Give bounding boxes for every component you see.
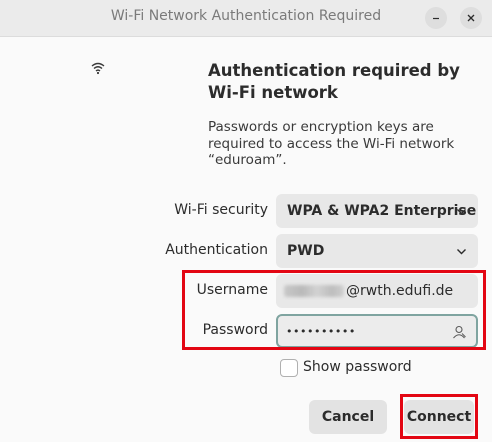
minimize-button[interactable] bbox=[425, 7, 447, 29]
chevron-down-icon bbox=[457, 249, 466, 255]
window-title: Wi-Fi Network Authentication Required bbox=[110, 8, 382, 24]
connect-highlight-box bbox=[400, 394, 478, 439]
close-icon bbox=[467, 14, 475, 22]
credentials-highlight-box bbox=[182, 270, 486, 350]
authentication-value: PWD bbox=[287, 243, 325, 259]
title-bar[interactable]: Wi-Fi Network Authentication Required bbox=[0, 0, 492, 37]
authentication-label: Authentication bbox=[165, 242, 268, 258]
close-button[interactable] bbox=[460, 7, 482, 29]
wifi-security-value: WPA & WPA2 Enterprise bbox=[287, 203, 477, 219]
auth-dialog: Wi-Fi Network Authentication Required Au… bbox=[0, 0, 492, 442]
wifi-security-dropdown[interactable]: WPA & WPA2 Enterprise bbox=[276, 194, 478, 228]
dialog-description: Passwords or encryption keys are require… bbox=[208, 119, 455, 168]
dialog-heading: Authentication required by Wi-Fi network bbox=[208, 61, 460, 102]
authentication-dropdown[interactable]: PWD bbox=[276, 234, 478, 268]
show-password-checkbox[interactable] bbox=[280, 359, 298, 377]
wifi-security-label: Wi-Fi security bbox=[174, 202, 268, 218]
minimize-icon bbox=[433, 17, 439, 20]
chevron-down-icon bbox=[457, 209, 466, 215]
cancel-button[interactable]: Cancel bbox=[309, 400, 387, 434]
wifi-icon bbox=[91, 62, 105, 75]
show-password-label[interactable]: Show password bbox=[303, 359, 412, 375]
